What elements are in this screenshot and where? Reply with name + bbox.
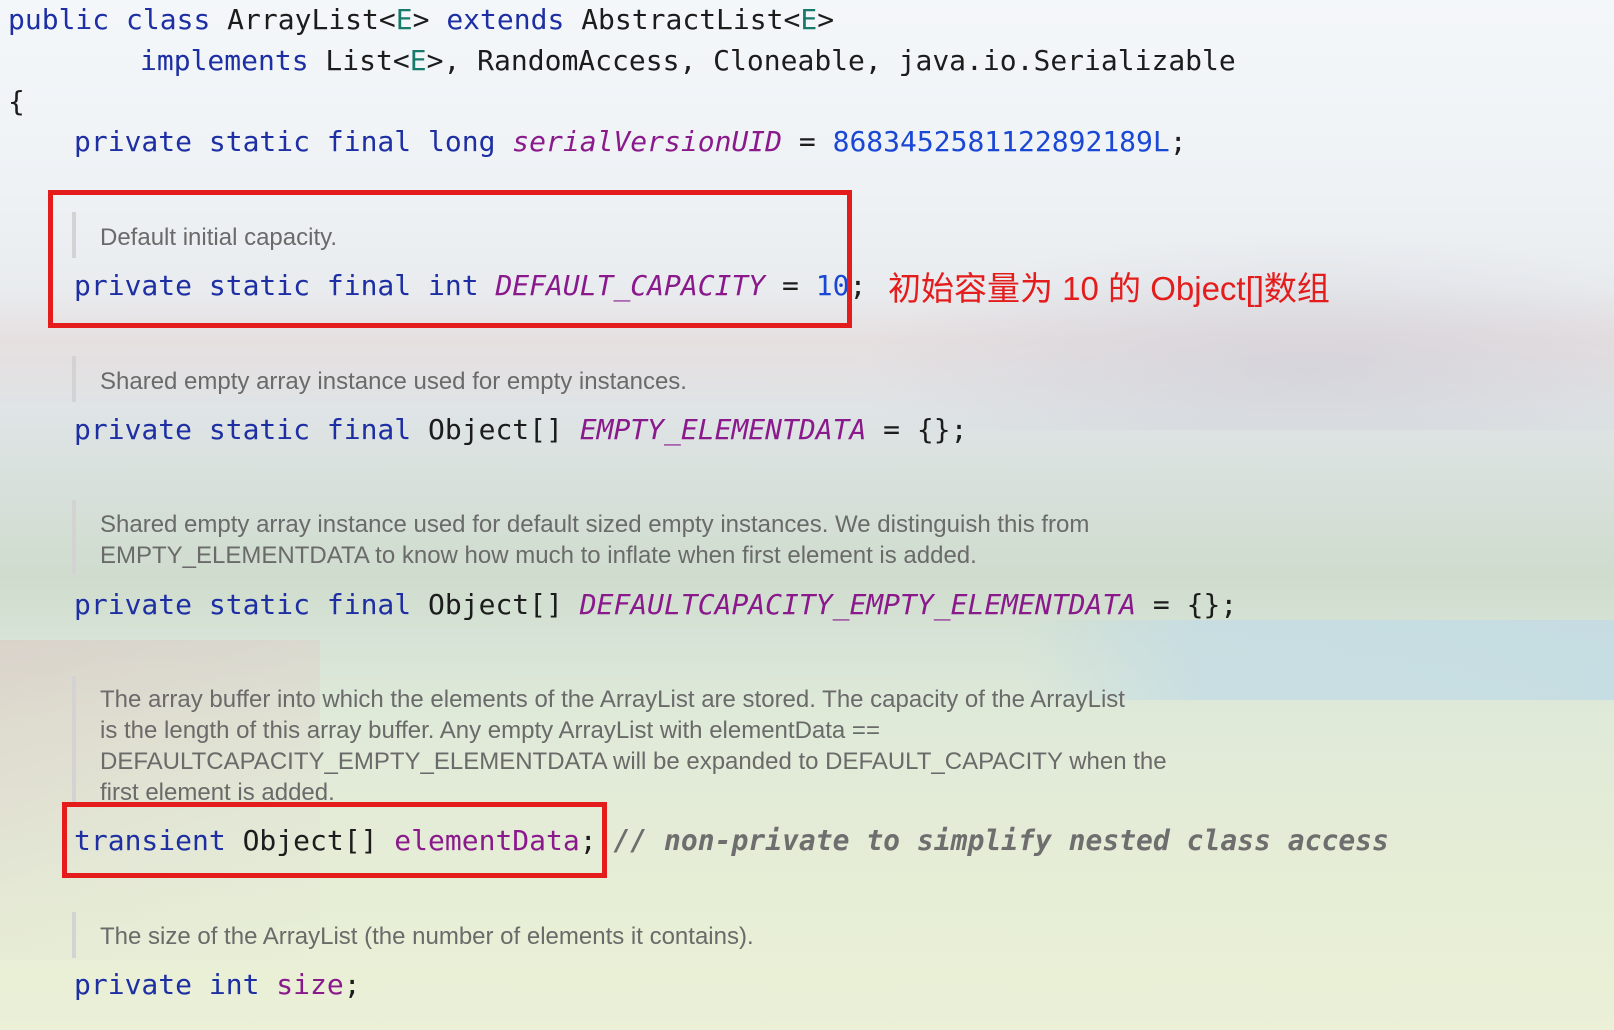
serial-version-field: private static final long serialVersionU… [74,124,1187,160]
field-modifiers: private static final long [74,125,513,158]
class-declaration: public class ArrayList<E> extends Abstra… [8,2,834,38]
field-name: EMPTY_ELEMENTDATA [579,413,867,446]
generic-type: E [409,44,427,77]
field-value: 8683452581122892189L [832,125,1170,158]
class-name: ArrayList< [227,3,396,36]
annotation-label: 初始容量为 10 的 Object[]数组 [888,270,1330,307]
doc-comment-bar [72,356,76,402]
doc-comment-line: The array buffer into which the elements… [100,686,1125,713]
doc-comment: The size of the ArrayList (the number of… [100,923,754,950]
field-modifiers: private static final [74,588,429,621]
doc-comment-line: EMPTY_ELEMENTDATA to know how much to in… [100,542,977,569]
line-comment: // non-private to simplify nested class … [613,824,1389,857]
keyword-extends: extends [446,3,565,36]
doc-comment-line: is the length of this array buffer. Any … [100,717,880,744]
field-type: Object[] [428,588,580,621]
doc-comment-bar [72,676,76,806]
semicolon: ; [343,968,361,1001]
mountain-background [850,230,1614,430]
superclass-name: AbstractList< [564,3,801,36]
generic-close: > [412,3,447,36]
keyword-public: public [8,3,110,36]
empty-elementdata-field: private static final Object[] EMPTY_ELEM… [74,412,967,448]
doc-comment-line: DEFAULTCAPACITY_EMPTY_ELEMENTDATA will b… [100,748,1167,775]
field-modifiers: private static final [74,413,429,446]
doc-comment: Shared empty array instance used for emp… [100,368,687,395]
open-brace: { [8,85,25,118]
field-modifiers: private int [74,968,277,1001]
highlight-box-element-data [62,802,607,878]
field-name: size [276,968,344,1001]
size-field: private int size; [74,967,361,1003]
interface-list-rest: >, RandomAccess, Cloneable, java.io.Seri… [426,44,1236,77]
field-type: Object[] [428,413,580,446]
field-name: DEFAULTCAPACITY_EMPTY_ELEMENTDATA [579,588,1137,621]
field-initializer: = {}; [1136,588,1238,621]
field-name: serialVersionUID [512,125,783,158]
highlight-box-default-capacity [48,190,852,328]
doc-comment-bar [72,500,76,574]
assign-operator: = [782,125,833,158]
field-initializer: = {}; [866,413,968,446]
implements-clause: implements List<E>, RandomAccess, Clonea… [140,43,1236,79]
doc-comment-bar [72,912,76,958]
generic-close: > [817,3,835,36]
semicolon: ; [1169,125,1187,158]
generic-type: E [395,3,413,36]
keyword-implements: implements [140,44,309,77]
doc-comment-line: Shared empty array instance used for def… [100,511,1090,538]
defaultcapacity-empty-field: private static final Object[] DEFAULTCAP… [74,587,1237,623]
generic-type: E [800,3,818,36]
interface-list: List< [308,44,410,77]
keyword-class: class [126,3,211,36]
